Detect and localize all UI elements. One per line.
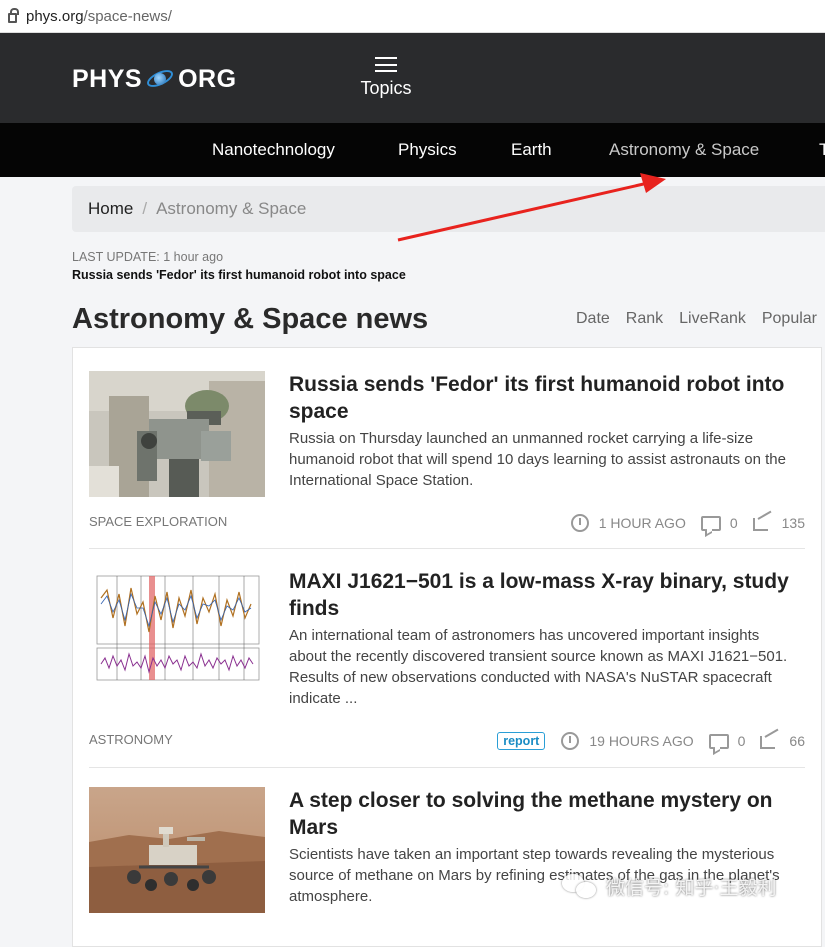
page-title: Astronomy & Space news xyxy=(72,303,429,335)
last-update-value: 1 hour ago xyxy=(163,250,224,264)
nav-item-astronomy-space[interactable]: Astronomy & Space xyxy=(609,140,759,160)
news-feed: Russia sends 'Fedor' its first humanoid … xyxy=(72,347,822,947)
article-comment-count: 0 xyxy=(737,733,746,749)
article-comment-count: 0 xyxy=(729,515,738,531)
article-share-count: 135 xyxy=(781,515,805,531)
atom-logo-icon xyxy=(144,63,176,95)
article-thumbnail-mars-rover[interactable] xyxy=(89,787,265,913)
nav-item-earth[interactable]: Earth xyxy=(511,140,552,160)
share-icon[interactable] xyxy=(752,510,773,531)
topics-label: Topics xyxy=(360,78,412,98)
last-update-headline[interactable]: Russia sends 'Fedor' its first humanoid … xyxy=(72,268,406,282)
article-share-count: 66 xyxy=(789,733,805,749)
article-summary: An international team of astronomers has… xyxy=(289,627,788,707)
article-title[interactable]: A step closer to solving the methane mys… xyxy=(289,787,799,841)
article-meta: ASTRONOMY report 19 HOURS AGO 0 66 xyxy=(89,728,805,753)
article-thumbnail-lightcurve[interactable] xyxy=(89,568,265,694)
sort-tab-date[interactable]: Date xyxy=(576,310,610,328)
topics-menu-button[interactable]: Topics xyxy=(360,57,412,99)
report-badge[interactable]: report xyxy=(497,732,546,750)
article-stats: report 19 HOURS AGO 0 66 xyxy=(497,728,805,753)
news-article: Russia sends 'Fedor' its first humanoid … xyxy=(89,371,805,551)
wechat-watermark: 微信号: 知乎·王毅利 xyxy=(562,872,776,900)
breadcrumb-current: Astronomy & Space xyxy=(156,199,307,218)
article-title[interactable]: Russia sends 'Fedor' its first humanoid … xyxy=(289,371,799,425)
watermark-text: 微信号: 知乎·王毅利 xyxy=(606,876,777,899)
clock-icon xyxy=(561,732,580,750)
url-path: /space-news/ xyxy=(83,7,172,25)
sort-tab-liverank[interactable]: LiveRank xyxy=(679,310,746,328)
article-time: 19 HOURS AGO xyxy=(589,733,694,749)
article-divider xyxy=(89,548,805,549)
browser-address-bar[interactable]: phys.org/space-news/ xyxy=(0,0,825,33)
breadcrumb-home-link[interactable]: Home xyxy=(88,199,133,219)
last-update-label: LAST UPDATE: xyxy=(72,250,160,264)
article-thumbnail-robot[interactable] xyxy=(89,371,265,497)
wechat-logo-icon xyxy=(562,872,600,900)
nav-item-physics[interactable]: Physics xyxy=(398,140,457,160)
comment-icon[interactable] xyxy=(700,515,721,531)
phys-org-logo[interactable]: PHYS ORG xyxy=(72,63,237,95)
news-article: A step closer to solving the methane mys… xyxy=(89,787,805,927)
sort-tab-popular[interactable]: Popular xyxy=(762,310,817,328)
nav-item-truncated[interactable]: T xyxy=(819,140,825,160)
logo-text-left: PHYS xyxy=(72,64,143,93)
lock-icon xyxy=(8,8,19,23)
article-summary: Russia on Thursday launched an unmanned … xyxy=(289,430,786,489)
breadcrumb-separator: / xyxy=(142,199,148,218)
article-meta: SPACE EXPLORATION 1 HOUR AGO 0 135 xyxy=(89,510,805,535)
site-header: PHYS ORG Topics xyxy=(0,33,825,123)
article-divider xyxy=(89,767,805,768)
sort-tab-rank[interactable]: Rank xyxy=(626,310,663,328)
article-stats: 1 HOUR AGO 0 135 xyxy=(570,510,805,535)
article-category[interactable]: SPACE EXPLORATION xyxy=(89,514,227,529)
nav-item-nanotechnology[interactable]: Nanotechnology xyxy=(212,140,335,160)
hamburger-icon xyxy=(375,57,397,72)
clock-icon xyxy=(570,514,589,532)
breadcrumb: Home / Astronomy & Space xyxy=(72,186,825,232)
news-article: MAXI J1621−501 is a low-mass X-ray binar… xyxy=(89,568,805,750)
comment-icon[interactable] xyxy=(708,733,729,749)
topic-nav-bar: Nanotechnology Physics Earth Astronomy &… xyxy=(0,123,825,177)
sort-tabs: Date Rank LiveRank Popular xyxy=(576,310,825,328)
article-title[interactable]: MAXI J1621−501 is a low-mass X-ray binar… xyxy=(289,568,799,622)
article-time: 1 HOUR AGO xyxy=(598,515,686,531)
last-update: LAST UPDATE: 1 hour ago xyxy=(72,250,223,264)
article-category[interactable]: ASTRONOMY xyxy=(89,732,173,747)
logo-text-right: ORG xyxy=(178,64,237,93)
url-domain: phys.org xyxy=(26,7,84,25)
share-icon[interactable] xyxy=(760,728,780,749)
